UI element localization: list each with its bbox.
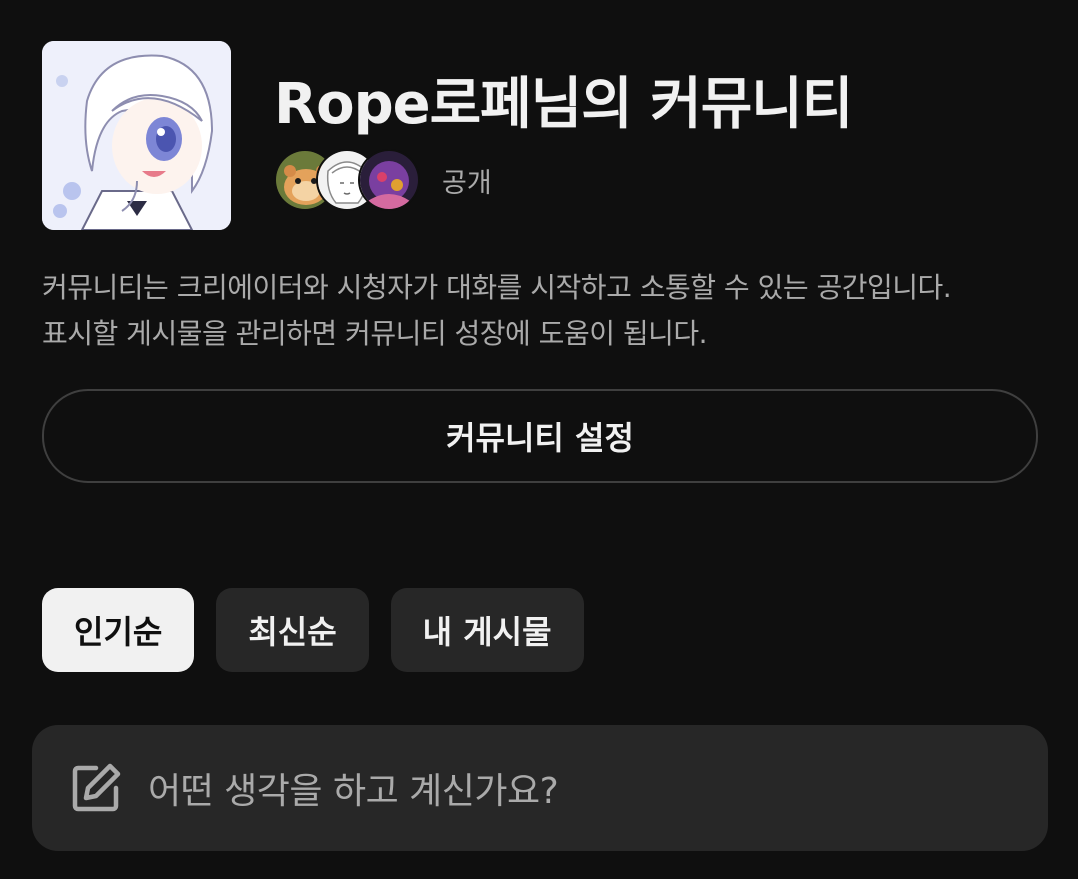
community-avatar[interactable] — [42, 41, 231, 230]
sort-chip-popular[interactable]: 인기순 — [42, 588, 195, 672]
community-settings-button[interactable]: 커뮤니티 설정 — [42, 389, 1038, 483]
post-composer[interactable]: 어떤 생각을 하고 계신가요? — [32, 725, 1048, 851]
member-avatars: 공개 — [274, 149, 492, 211]
visibility-label: 공개 — [442, 167, 492, 199]
community-title: Rope로페님의 커뮤니티 — [274, 72, 853, 137]
purple-illustration-avatar-icon — [360, 151, 418, 209]
description-line: 표시할 게시물을 관리하면 커뮤니티 성장에 도움이 됩니다. — [42, 317, 708, 350]
sort-chip-my-posts[interactable]: 내 게시물 — [390, 588, 584, 672]
community-header: Rope로페님의 커뮤니티 공개 — [42, 41, 1042, 231]
member-avatar[interactable] — [358, 149, 420, 211]
composer-placeholder: 어떤 생각을 하고 계신가요? — [148, 771, 559, 812]
sort-chips: 인기순 최신순 내 게시물 — [42, 588, 584, 672]
description-line: 커뮤니티는 크리에이터와 시청자가 대화를 시작하고 소통할 수 있는 공간입니… — [42, 271, 952, 304]
sort-chip-latest[interactable]: 최신순 — [216, 588, 369, 672]
community-description: 커뮤니티는 크리에이터와 시청자가 대화를 시작하고 소통할 수 있는 공간입니… — [42, 265, 1052, 357]
edit-icon — [72, 763, 121, 812]
anime-character-avatar-icon — [42, 41, 231, 230]
